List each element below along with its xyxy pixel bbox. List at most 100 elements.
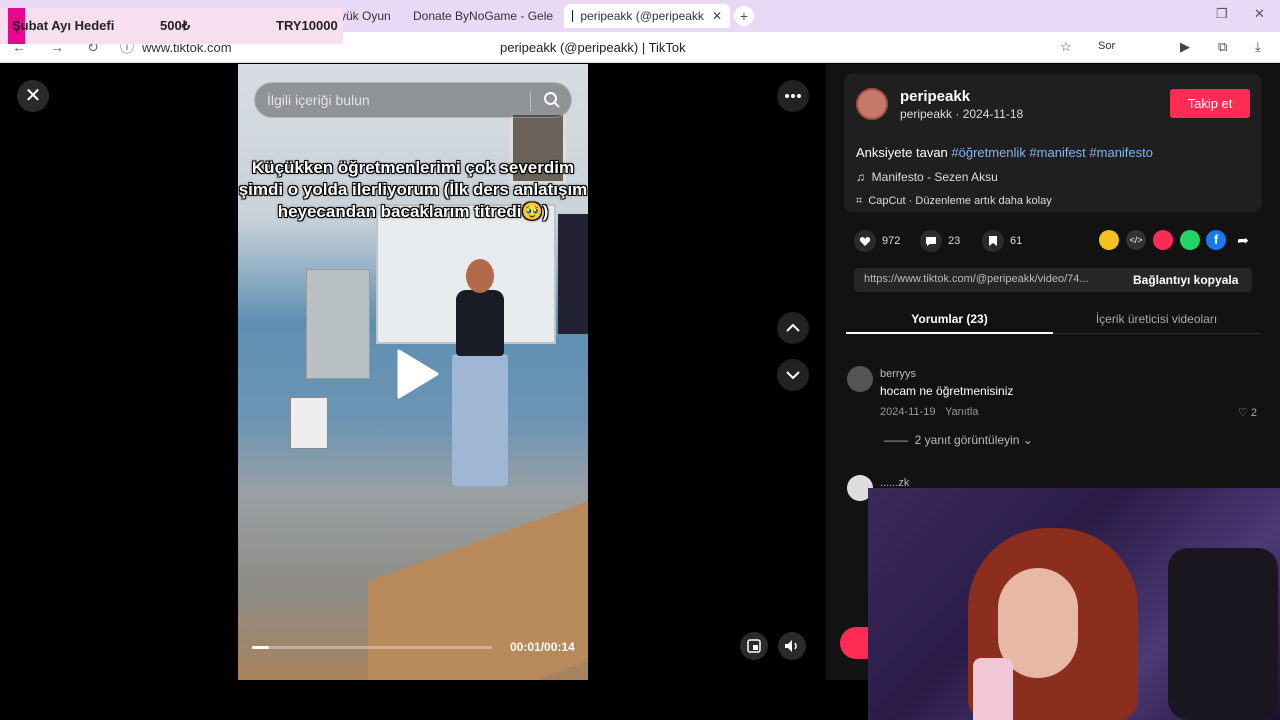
goal-label: Şubat Ayı Hedefi [12,18,115,33]
comment-date: 2024-11-19 [880,406,936,418]
trash-bin [290,397,328,449]
comment-like-count: 2 [1250,407,1258,419]
video-caption: Küçükken öğretmenlerimi çok severdim şim… [238,158,588,221]
volume-button[interactable] [778,632,806,660]
search-divider [530,91,531,111]
comment-post-button[interactable] [840,627,870,659]
video-player[interactable]: Küçükken öğretmenlerimi çok severdim şim… [238,64,588,680]
bookmark-icon[interactable]: ☆ [1060,39,1072,55]
smartboard-screen [558,214,588,334]
heart-outline-icon: ♡ [1238,407,1251,419]
share-arrow-icon[interactable]: ➦ [1233,230,1253,250]
like-button[interactable]: 972 [854,230,900,252]
tab-donate[interactable]: Donate ByNoGame - Gelen [406,4,554,28]
video-link[interactable]: https://www.tiktok.com/@peripeakk/video/… [864,273,1089,285]
tab-label: Donate ByNoGame - Gelen [413,9,554,23]
tab-label: yük Oyun [340,9,391,23]
comment-text: hocam ne öğretmenisiniz [880,384,1014,398]
new-tab-button[interactable]: + [734,6,754,26]
previous-video-button[interactable] [777,312,809,344]
comment-icon [920,230,942,252]
capcut-label: CapCut · Düzenleme artık daha kolay [868,195,1052,207]
user-subline: peripeakk · 2024-11-18 [900,107,1024,121]
hashtags-link[interactable]: #öğretmenlik #manifest #manifesto [951,145,1153,160]
description-text: Anksiyete tavan [856,145,952,160]
restore-icon[interactable]: ❐ [1216,6,1228,22]
chevron-down-icon: ⌄ [1019,433,1033,447]
save-button[interactable]: 61 [982,230,1022,252]
friends-share-icon[interactable] [1099,230,1119,250]
like-count: 972 [882,235,901,247]
microphone [973,658,1013,720]
tab-game[interactable]: yük Oyun [340,4,391,28]
tiktok-favicon-icon [572,10,574,22]
save-count: 61 [1010,235,1023,247]
copy-link-button[interactable]: Bağlantıyı kopyala [1133,273,1238,287]
heart-icon [854,230,876,252]
person-legs [452,354,508,486]
download-icon[interactable]: ⤓ [1255,39,1261,55]
reply-line-icon: —— [884,433,915,447]
person-body [456,290,504,356]
play-icon[interactable] [395,349,439,399]
close-tab-icon[interactable]: ✕ [712,9,722,23]
video-search-box [254,82,572,118]
wall-shelf [306,269,370,379]
music-title: Manifesto - Sezen Aksu [871,170,998,184]
active-tab-indicator [846,332,1053,334]
comment-like-button[interactable]: ♡ 2 [1238,406,1257,419]
video-search-input[interactable] [267,92,517,108]
post-info-card: peripeakk peripeakk · 2024-11-18 Takip e… [844,74,1262,212]
chevron-down-icon [786,371,800,380]
more-options-button[interactable] [777,80,809,112]
reader-icon[interactable]: ▶ [1180,39,1190,55]
comment-button[interactable]: 23 [920,230,960,252]
comment-username[interactable]: berryys [880,368,916,380]
chevron-up-icon [786,323,800,332]
pip-icon [747,639,761,653]
tab-comments[interactable]: Yorumlar (23) [846,312,1053,326]
comment-count: 23 [948,235,961,247]
tab-label: peripeakk (@peripeakk [580,9,704,23]
reply-button[interactable]: Yanıtla [945,406,978,418]
music-note-icon: ♫ [856,170,872,184]
close-viewer-button[interactable]: ✕ [17,80,49,112]
post-description: Anksiyete tavan #öğretmenlik #manifest #… [856,145,1153,160]
person-head [466,259,494,293]
replies-label: 2 yanıt görüntüleyin [914,433,1020,447]
video-progress-bar[interactable] [252,646,492,649]
ask-button[interactable]: Sor [1098,40,1115,52]
gaming-chair [1168,548,1278,720]
webcam-overlay [868,488,1280,720]
floating-player-button[interactable] [740,632,768,660]
collections-icon[interactable]: ⧉ [1218,39,1227,55]
embed-icon[interactable]: </> [1126,230,1146,250]
facebook-icon[interactable]: f [1206,230,1226,250]
music-row[interactable]: ♫ Manifesto - Sezen Aksu [856,170,998,184]
tab-creator-videos[interactable]: İçerik üreticisi videoları [1053,312,1260,326]
screen: yük Oyun Donate ByNoGame - Gelen peripea… [0,0,1280,720]
goal-current: 500₺ [160,18,190,33]
avatar[interactable] [856,88,888,120]
tab-tiktok[interactable]: peripeakk (@peripeakk ✕ [564,4,730,28]
goal-target: TRY10000 [276,18,338,33]
avatar[interactable] [847,366,873,392]
volume-icon [785,640,797,652]
progress-fill [252,646,269,649]
follow-button[interactable]: Takip et [1170,89,1250,118]
capcut-icon: ⌗ [856,195,869,207]
capcut-row[interactable]: ⌗ CapCut · Düzenleme artık daha kolay [856,195,1052,208]
video-time: 00:01/00:14 [510,640,575,654]
view-replies-button[interactable]: —— 2 yanıt görüntüleyin ⌄ [884,433,1033,447]
whatsapp-icon[interactable] [1180,230,1200,250]
donation-goal-overlay: Şubat Ayı Hedefi 500₺ TRY10000 [0,8,343,44]
send-icon[interactable] [1153,230,1173,250]
search-icon[interactable] [543,91,561,109]
close-window-icon[interactable]: ✕ [1254,6,1265,22]
link-box: https://www.tiktok.com/@peripeakk/video/… [854,268,1252,292]
bookmark-icon [982,230,1004,252]
username[interactable]: peripeakk [900,88,970,105]
next-video-button[interactable] [777,359,809,391]
page-title: peripeakk (@peripeakk) | TikTok [500,40,686,55]
panel-tabs: Yorumlar (23) İçerik üreticisi videoları [846,304,1260,334]
